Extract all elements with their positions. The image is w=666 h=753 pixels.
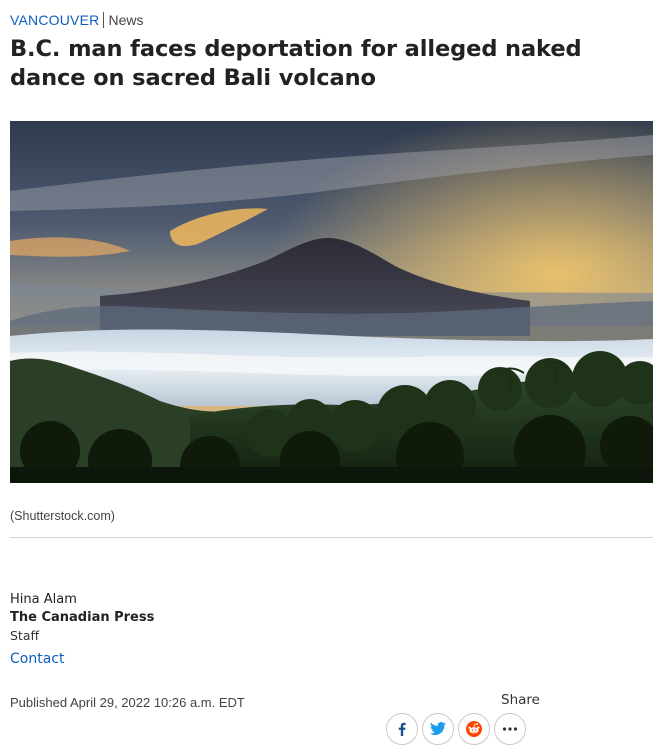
facebook-icon bbox=[398, 722, 406, 736]
published-timestamp: Published April 29, 2022 10:26 a.m. EDT bbox=[10, 695, 245, 710]
share-buttons bbox=[386, 713, 526, 745]
byline: Hina Alam The Canadian Press Staff Conta… bbox=[10, 591, 154, 668]
image-caption: (Shutterstock.com) bbox=[10, 509, 115, 523]
breadcrumb: VANCOUVER News bbox=[10, 12, 143, 28]
reddit-share-button[interactable] bbox=[458, 713, 490, 745]
more-share-button[interactable] bbox=[494, 713, 526, 745]
more-icon bbox=[502, 727, 518, 731]
twitter-icon bbox=[430, 722, 446, 735]
author-name: Hina Alam bbox=[10, 592, 77, 607]
author-organization: The Canadian Press bbox=[10, 610, 155, 625]
hero-image bbox=[10, 121, 653, 483]
author-role: Staff bbox=[10, 628, 40, 643]
breadcrumb-divider bbox=[103, 12, 105, 28]
section-link-vancouver[interactable]: VANCOUVER bbox=[10, 12, 99, 28]
share-label: Share bbox=[501, 692, 540, 708]
reddit-icon bbox=[466, 721, 482, 737]
twitter-share-button[interactable] bbox=[422, 713, 454, 745]
facebook-share-button[interactable] bbox=[386, 713, 418, 745]
article-headline: B.C. man faces deportation for alleged n… bbox=[10, 36, 582, 91]
contact-link[interactable]: Contact bbox=[10, 650, 154, 668]
divider bbox=[10, 537, 653, 538]
subsection-label[interactable]: News bbox=[108, 12, 143, 28]
